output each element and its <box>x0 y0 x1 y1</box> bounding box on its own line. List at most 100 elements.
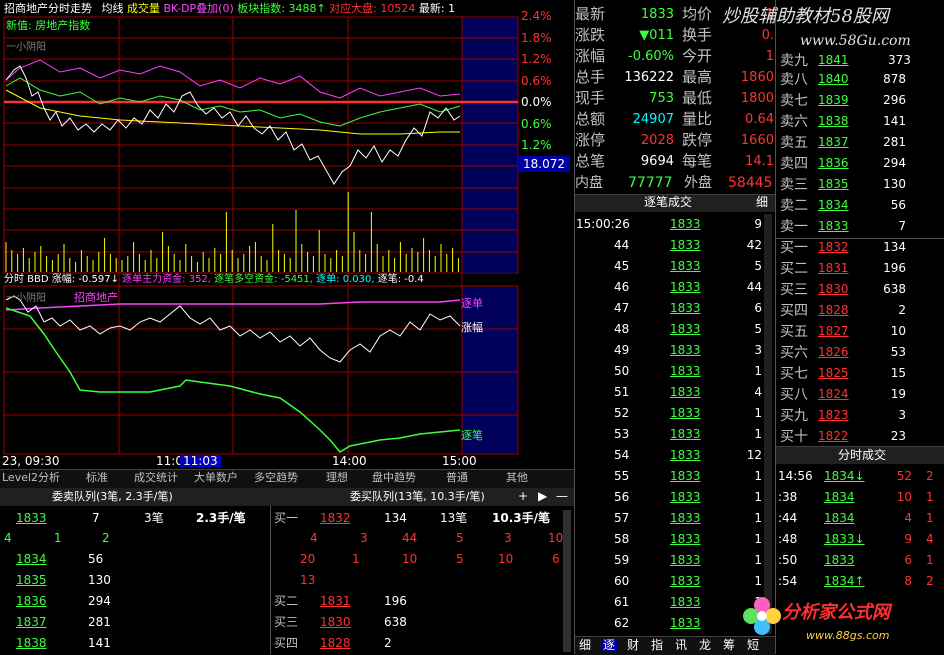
queue-play-button[interactable]: ▶ <box>538 490 547 502</box>
tab-bull-bear[interactable]: 多空趋势 <box>254 470 298 486</box>
multi-empty-label: 逐笔多空资金: -5451, <box>214 274 313 285</box>
buy-queue-row-price: 1828 <box>320 636 351 650</box>
order-sell-price: 1841 <box>818 53 849 67</box>
sell-queue-avg: 2.3手/笔 <box>196 511 246 525</box>
tick-scrollbar[interactable] <box>764 214 772 634</box>
quote-value: 0.64 <box>745 113 774 126</box>
order-buy-volume: 15 <box>890 366 906 380</box>
order-sell-label: 卖一 <box>780 219 808 235</box>
minute-price: 1833 <box>824 553 855 567</box>
buy-queue-row-price: 1830 <box>320 615 351 629</box>
sell-queue-detail: 2 <box>102 531 110 545</box>
order-buy-label: 买九 <box>780 408 808 424</box>
tab-trade-stats[interactable]: 成交统计 <box>134 470 178 486</box>
buy-queue-detail: 5 <box>456 552 464 566</box>
sell-queue-row-volume: 56 <box>88 552 104 566</box>
tab-big-orders[interactable]: 大单数户 <box>194 470 238 486</box>
order-buy-price: 1826 <box>818 345 849 359</box>
tick-price: 1833 <box>670 490 701 504</box>
quote-label: 最低 <box>682 89 713 107</box>
order-sell-price: 1835 <box>818 177 849 191</box>
cursor-price-box: 18.072 <box>518 156 570 172</box>
quote-label: 换手 <box>682 26 713 44</box>
quote-value: 1800 <box>740 92 774 105</box>
order-buy-price: 1830 <box>818 282 849 296</box>
tab-other[interactable]: 其他 <box>506 470 528 486</box>
queue-expand-button[interactable]: + <box>518 490 528 502</box>
tab-normal[interactable]: 普通 <box>446 470 468 486</box>
outer-label: 外盘 <box>684 175 712 191</box>
zhubi-label: 逐笔: -0.4 <box>377 274 424 285</box>
queue-scrollbar[interactable] <box>563 510 571 652</box>
buy-queue-bi: 13笔 <box>440 511 468 525</box>
sell-queue-detail: 4 <box>4 531 12 545</box>
buy-queue-row-volume: 638 <box>384 615 407 629</box>
order-buy-label: 买六 <box>780 345 808 361</box>
tick-bottom-tab[interactable]: 逐 <box>601 639 618 651</box>
tab-intraday-trend[interactable]: 盘中趋势 <box>372 470 416 486</box>
tick-detail-button[interactable]: 细 <box>756 196 768 208</box>
tick-volume: 5 <box>754 259 762 273</box>
small-label: 一小阴阳 <box>6 42 46 53</box>
order-sell-volume: 130 <box>883 177 906 191</box>
time-axis-right: 15:00 <box>442 454 477 468</box>
order-buy-price: 1825 <box>818 366 849 380</box>
sub-label: 分时 BBD <box>4 274 49 285</box>
time-axis-left: 23, 09:30 <box>2 454 60 468</box>
minute-time: 14:56 <box>778 469 813 483</box>
tab-level2[interactable]: Level2分析 <box>2 470 60 486</box>
tab-ideal[interactable]: 理想 <box>326 470 348 486</box>
sell-queue-count: 7 <box>92 511 100 525</box>
quote-label: 总手 <box>575 68 606 86</box>
tick-volume: 44 <box>746 280 762 294</box>
quote-label: 今开 <box>682 47 713 65</box>
sell-queue-title: 委卖队列(3笔, 2.3手/笔) <box>52 490 173 503</box>
zhudan-label: 逐单: 0.030, <box>316 274 375 285</box>
tick-second: 46 <box>614 280 630 294</box>
order-sell-volume: 141 <box>883 114 906 128</box>
tick-bottom-tab[interactable]: 龙 <box>697 639 713 651</box>
tick-price: 1833 <box>670 553 701 567</box>
tick-volume: 6 <box>754 301 762 315</box>
intraday-chart[interactable] <box>0 0 574 468</box>
order-book-divider <box>776 238 944 239</box>
order-sell-volume: 296 <box>883 93 906 107</box>
tick-second: 54 <box>614 448 630 462</box>
tick-bottom-tab[interactable]: 筹 <box>721 639 737 651</box>
sell-queue-price: 1833 <box>16 511 47 525</box>
tick-second: 59 <box>614 553 630 567</box>
tick-volume: 1 <box>754 427 762 441</box>
tick-price: 1833 <box>670 511 701 525</box>
tab-standard[interactable]: 标准 <box>86 470 108 486</box>
order-buy-volume: 2 <box>898 303 906 317</box>
tick-volume: 3 <box>754 343 762 357</box>
order-sell-volume: 878 <box>883 72 906 86</box>
tick-price: 1833 <box>670 574 701 588</box>
quote-value: 1 <box>765 50 774 63</box>
tick-bottom-tab[interactable]: 细 <box>577 639 593 651</box>
tick-volume: 4 <box>754 385 762 399</box>
sub-legend: 招商地产 <box>74 291 118 304</box>
tick-bottom-tab[interactable]: 短 <box>745 639 761 651</box>
buy-queue-row-price: 1831 <box>320 594 351 608</box>
panel-divider <box>775 0 776 654</box>
tick-bottom-tab[interactable]: 指 <box>649 639 665 651</box>
minute-volume: 6 <box>904 553 912 567</box>
buy-queue-detail: 5 <box>456 531 464 545</box>
tick-price: 1833 <box>670 217 701 231</box>
sell-queue-row-price: 1837 <box>16 615 47 629</box>
quote-label: 涨停 <box>575 131 606 149</box>
quote-label: 跌停 <box>682 131 713 149</box>
tick-volume: 9 <box>754 217 762 231</box>
tick-bottom-tab[interactable]: 财 <box>625 639 641 651</box>
queue-collapse-button[interactable]: — <box>556 490 568 502</box>
inner-value: 77777 <box>628 175 673 191</box>
quote-label: 现手 <box>575 89 606 107</box>
minute-count: 1 <box>926 490 934 504</box>
pct-label: 1.2% <box>521 138 552 152</box>
buy-queue-title: 委买队列(13笔, 10.3手/笔) <box>350 490 485 503</box>
minute-time: :54 <box>778 574 798 588</box>
queue-divider <box>270 506 271 654</box>
tick-second: 48 <box>614 322 630 336</box>
tick-bottom-tab[interactable]: 讯 <box>673 639 689 651</box>
